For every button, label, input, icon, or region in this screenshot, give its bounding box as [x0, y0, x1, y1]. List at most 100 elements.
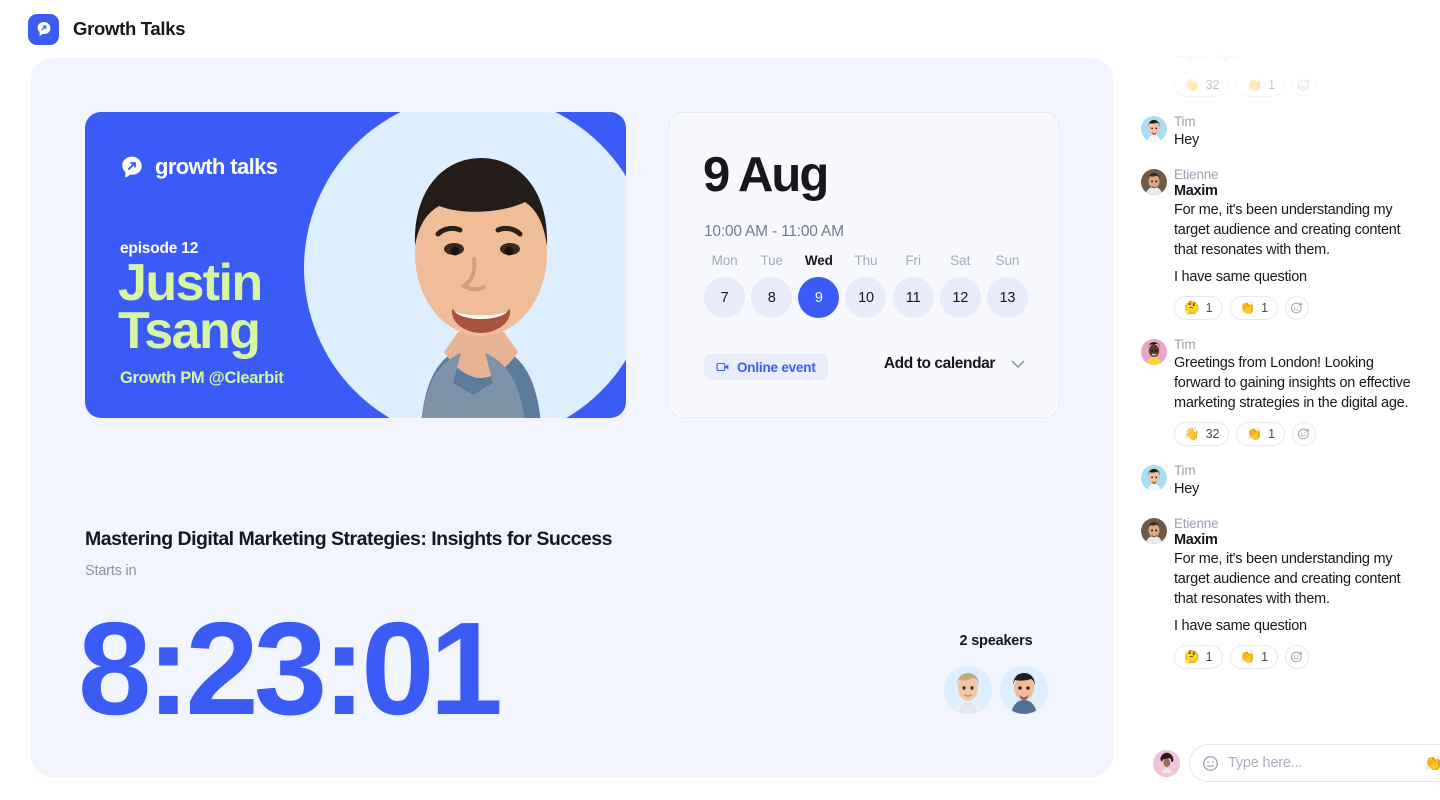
quick-emoji-clap[interactable]: 👏 — [1424, 754, 1440, 772]
day-column-tue[interactable]: Tue 8 — [748, 253, 795, 318]
smiley-icon[interactable] — [1202, 755, 1219, 772]
reaction-count: 1 — [1205, 301, 1213, 315]
reaction-emoji: 👋 — [1184, 426, 1200, 441]
chat-message: Etienne Maxim For me, it's been understand… — [1135, 516, 1440, 669]
message-text: For me, it's been understanding my targe… — [1174, 551, 1401, 607]
day-name: Sun — [995, 253, 1020, 268]
add-reaction-icon[interactable] — [1292, 73, 1317, 97]
message-text: For me, it's been understanding my targe… — [1174, 202, 1401, 258]
speaker-promo-card: growth talks episode 12 Justin Tsang Gro… — [85, 112, 626, 418]
reaction-emoji: 👏 — [1239, 649, 1256, 664]
day-number[interactable]: 11 — [892, 277, 934, 318]
message-avatar — [1141, 518, 1167, 544]
day-column-sat[interactable]: Sat 12 — [937, 253, 984, 318]
online-event-badge[interactable]: Online event — [704, 354, 828, 380]
day-name: Fri — [905, 253, 921, 268]
day-name: Mon — [711, 253, 738, 268]
reaction-pill[interactable]: 👏 1 — [1236, 422, 1286, 446]
online-event-label: Online event — [737, 359, 816, 375]
day-column-sun[interactable]: Sun 13 — [984, 253, 1031, 318]
message-text: Hey — [1174, 481, 1200, 497]
speaker-avatar-2[interactable] — [1000, 666, 1048, 714]
speech-bubble-arrow-icon — [122, 156, 142, 178]
day-number[interactable]: 10 — [845, 277, 887, 318]
day-column-fri[interactable]: Fri 11 — [890, 253, 937, 318]
chat-message: Tim Greetings from London! Looking forwar… — [1135, 337, 1440, 446]
avatar-illustration — [1000, 666, 1048, 714]
brand[interactable]: Growth Talks — [28, 13, 186, 45]
reaction-emoji: 🤔 — [1184, 649, 1200, 664]
message-reactions: 🤔 1 👏 1 — [1174, 296, 1418, 320]
chevron-down-icon — [1011, 360, 1025, 368]
talk-title: Mastering Digital Marketing Strategies: … — [85, 528, 612, 550]
reaction-count: 1 — [1205, 650, 1213, 664]
chat-message: Tim Hey — [1135, 114, 1440, 150]
reaction-pill[interactable]: 🤔 1 — [1174, 645, 1223, 669]
reaction-emoji: 🤔 — [1184, 300, 1200, 315]
day-column-wed[interactable]: Wed 9 — [795, 253, 842, 318]
day-column-thu[interactable]: Thu 10 — [842, 253, 889, 318]
message-subject: Maxim — [1174, 532, 1218, 548]
add-reaction-icon[interactable] — [1285, 645, 1310, 669]
chat-message-list[interactable]: digital age. 👋 32 👏 1 Tim Hey Etienne Maxim For m… — [1135, 44, 1440, 728]
chat-input-box[interactable]: 👏 😂 🔥 — [1189, 744, 1440, 782]
add-to-calendar-dropdown[interactable]: Add to calendar — [884, 355, 1025, 373]
add-reaction-icon[interactable] — [1285, 296, 1310, 320]
message-author: Etienne — [1174, 516, 1219, 531]
add-to-calendar-label: Add to calendar — [883, 355, 996, 372]
day-name: Thu — [854, 253, 878, 268]
day-column-mon[interactable]: Mon 7 — [701, 253, 748, 318]
reaction-count: 1 — [1268, 78, 1276, 92]
reaction-pill[interactable]: 🤔 1 — [1174, 296, 1223, 320]
week-strip: Mon 7 Tue 8 Wed 9 Thu 10 Fri 11 Sat 12 Sun 13 — [701, 253, 1031, 318]
speakers-count-label: 2 speakers — [959, 633, 1033, 649]
growth-talks-logo: growth talks — [119, 154, 278, 180]
message-reactions: 👋 32 👏 1 — [1174, 422, 1418, 446]
speaker-photo-circle — [304, 112, 626, 418]
quick-emoji-bar: 👏 😂 🔥 — [1424, 754, 1440, 772]
day-name: Tue — [760, 253, 783, 268]
reaction-count: 32 — [1205, 427, 1220, 441]
chat-message: Tim Hey — [1135, 463, 1440, 499]
growth-talks-logo-text: growth talks — [155, 154, 278, 179]
speaker-avatar-1[interactable] — [944, 666, 992, 714]
chat-input-row: 👏 😂 🔥 — [1135, 744, 1440, 782]
avatar-illustration — [1153, 749, 1180, 777]
reaction-pill[interactable]: 👋 32 — [1174, 422, 1230, 446]
add-reaction-icon[interactable] — [1292, 422, 1317, 446]
event-stage-panel: growth talks episode 12 Justin Tsang Gro… — [31, 58, 1113, 777]
reaction-pill[interactable]: 👏 1 — [1229, 296, 1279, 320]
message-text: Greetings from London! Looking forward t… — [1174, 355, 1411, 411]
reaction-emoji: 👏 — [1246, 426, 1263, 441]
reaction-pill[interactable]: 👏 1 — [1229, 645, 1279, 669]
message-avatar — [1141, 116, 1167, 142]
current-user-avatar — [1153, 749, 1180, 777]
day-number[interactable]: 7 — [704, 277, 746, 318]
message-text: I have same question — [1174, 618, 1307, 634]
avatar-illustration — [944, 666, 992, 714]
reaction-pill[interactable]: 👋 32 — [1174, 73, 1230, 97]
message-author: Tim — [1174, 463, 1196, 478]
reaction-count: 1 — [1261, 650, 1269, 664]
day-number[interactable]: 8 — [751, 277, 793, 318]
speech-bubble-arrow-icon — [37, 21, 50, 36]
chat-message: Etienne Maxim For me, it's been understand… — [1135, 167, 1440, 320]
message-avatar — [1141, 339, 1167, 365]
reaction-emoji: 👏 — [1239, 300, 1256, 315]
day-number[interactable]: 9 — [798, 277, 840, 318]
message-reactions: 🤔 1 👏 1 — [1174, 645, 1418, 669]
speakers-avatar-group — [931, 666, 1061, 714]
day-number[interactable]: 12 — [939, 277, 981, 318]
message-text: I have same question — [1174, 269, 1307, 285]
chat-message-input[interactable] — [1228, 755, 1415, 771]
speaker-photo — [326, 112, 626, 418]
event-date: 9 Aug — [703, 148, 829, 202]
day-number[interactable]: 13 — [986, 277, 1028, 318]
speaker-name-line-1: Justin — [118, 254, 263, 312]
reaction-pill[interactable]: 👏 1 — [1236, 73, 1286, 97]
chat-message: digital age. 👋 32 👏 1 — [1135, 44, 1440, 97]
speaker-name-line-2: Tsang — [118, 301, 261, 360]
message-author: Etienne — [1174, 167, 1219, 182]
app-root: Growth Talks growth talks episode 12 Jus… — [0, 0, 1440, 800]
speakers-section: 2 speakers — [931, 633, 1061, 714]
